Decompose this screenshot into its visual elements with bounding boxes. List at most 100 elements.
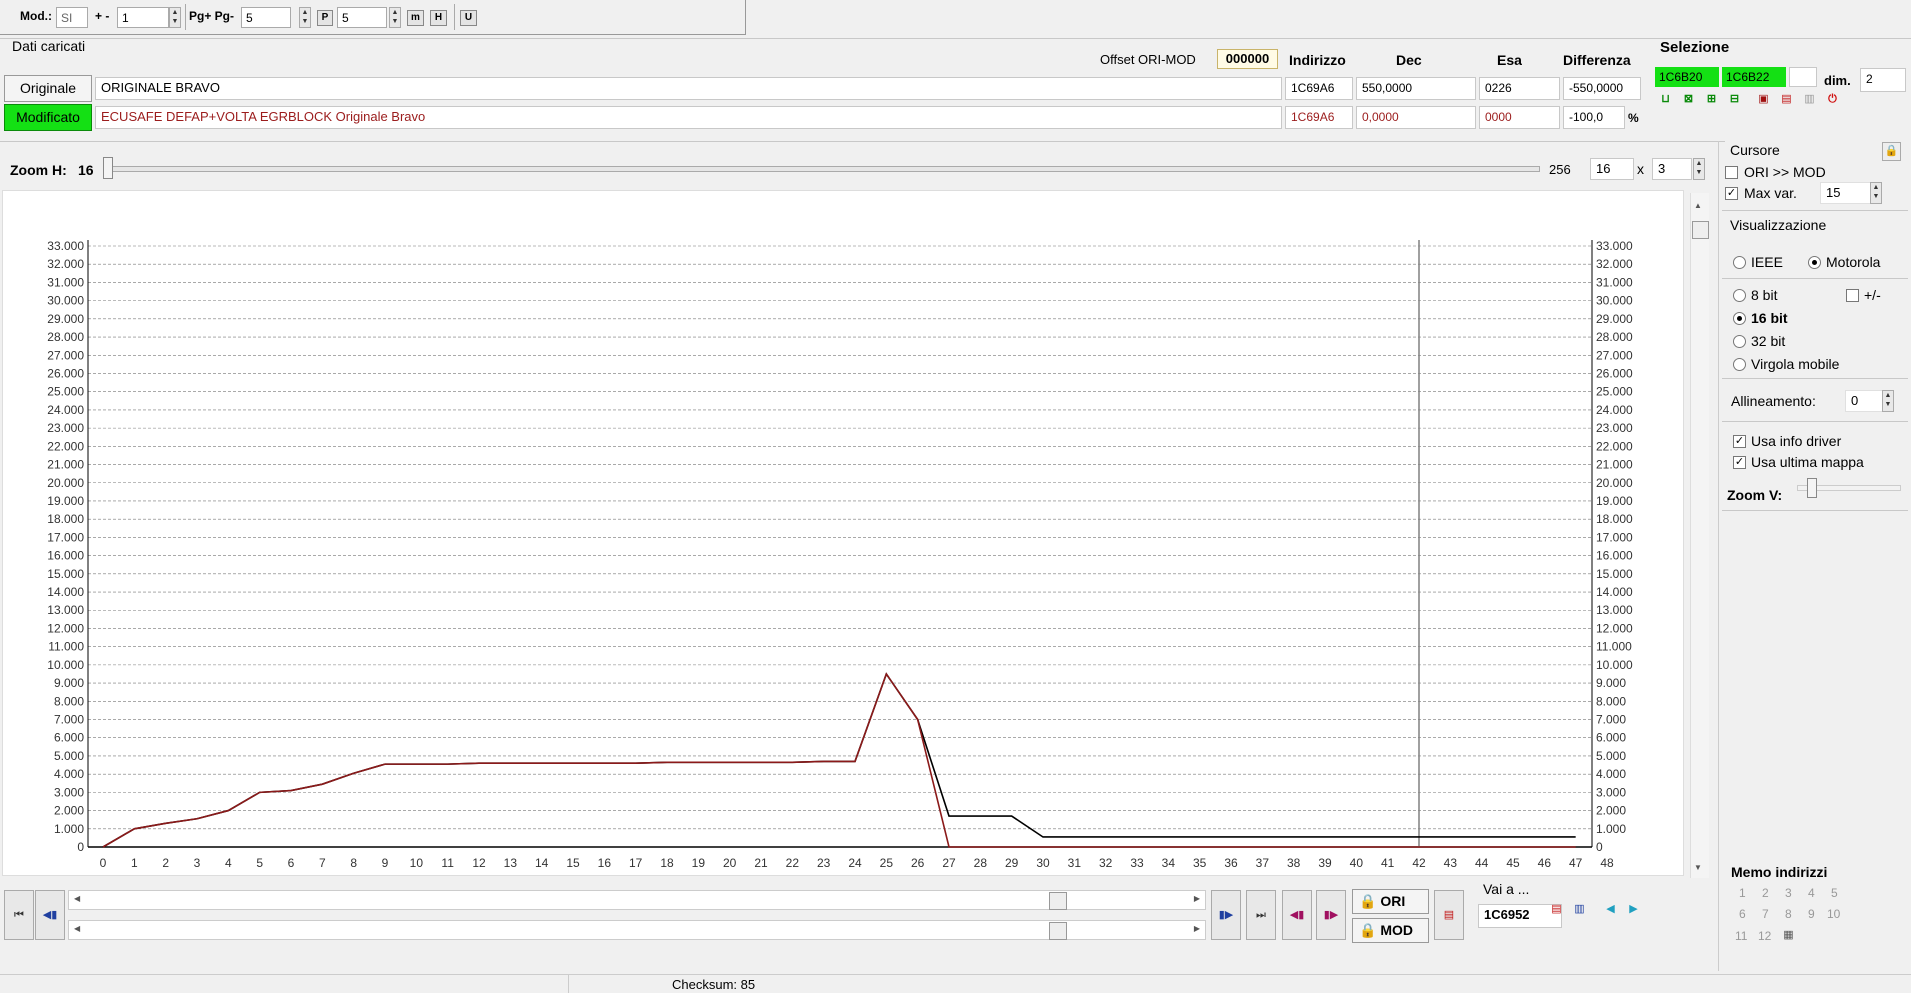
modified-hex-field[interactable]: 0000 <box>1479 106 1560 129</box>
align-spinner[interactable]: ▲ ▼ <box>1882 390 1894 412</box>
scroll-right-icon[interactable]: ▶ <box>1194 924 1200 933</box>
goto-mod-icon[interactable]: ▥ <box>1571 901 1588 918</box>
maxvar-checkbox[interactable]: ✓ <box>1725 187 1738 200</box>
scroll-right-icon[interactable]: ▶ <box>1194 894 1200 903</box>
scroll-down-icon[interactable]: ▼ <box>1694 863 1702 872</box>
mod-scrollbar[interactable]: ◀ ▶ <box>68 920 1206 940</box>
prev-page-button[interactable]: ◀▮ <box>35 890 65 940</box>
compare-button[interactable]: ▤ <box>1434 890 1464 940</box>
align-field[interactable]: 0 <box>1845 390 1883 412</box>
ori-scrollbar[interactable]: ◀ ▶ <box>68 890 1206 910</box>
scroll-up-icon[interactable]: ▲ <box>1694 201 1702 210</box>
8bit-radio[interactable] <box>1733 289 1746 302</box>
original-name-field[interactable]: ORIGINALE BRAVO <box>95 77 1282 100</box>
m-button[interactable]: m <box>407 10 424 26</box>
u-button[interactable]: U <box>460 10 477 26</box>
maxvar-field[interactable]: 15 <box>1820 182 1875 204</box>
ori-mod-checkbox[interactable] <box>1725 166 1738 179</box>
copy-selection-icon[interactable]: ▣ <box>1755 91 1772 108</box>
use-driver-checkbox[interactable]: ✓ <box>1733 435 1746 448</box>
zoom-rows-spinner[interactable]: ▲ ▼ <box>1693 158 1705 180</box>
scroll-thumb[interactable] <box>1692 221 1709 239</box>
original-dec-field[interactable]: 550,0000 <box>1356 77 1476 100</box>
zoom-v-thumb[interactable] <box>1807 478 1817 498</box>
y-tick-label-left: 15.000 <box>47 567 84 581</box>
lock-icon[interactable]: 🔒 <box>1882 142 1901 161</box>
p-button[interactable]: P <box>317 10 333 26</box>
modified-name-field[interactable]: ECUSAFE DEFAP+VOLTA EGRBLOCK Originale B… <box>95 106 1282 129</box>
ori-scroll-thumb[interactable] <box>1049 892 1067 910</box>
clear-selection-icon[interactable]: ▥ <box>1801 91 1818 108</box>
first-page-button[interactable]: ⏮ <box>4 890 34 940</box>
memo-slot[interactable]: 1 <box>1739 886 1746 900</box>
goto-next-icon[interactable]: ▶ <box>1625 901 1642 918</box>
step-spinner[interactable]: ▲ ▼ <box>169 7 181 28</box>
p-spinner[interactable]: ▲ ▼ <box>389 7 401 28</box>
next-page-button[interactable]: ▮▶ <box>1211 890 1241 940</box>
float-radio[interactable] <box>1733 358 1746 371</box>
select-end-icon[interactable]: ⊟ <box>1726 91 1743 108</box>
16bit-radio[interactable] <box>1733 312 1746 325</box>
zoom-rows-field[interactable]: 3 <box>1652 158 1692 180</box>
use-last-map-checkbox[interactable]: ✓ <box>1733 456 1746 469</box>
memo-slot[interactable]: 2 <box>1762 886 1769 900</box>
mod-scroll-thumb[interactable] <box>1049 922 1067 940</box>
goto-ori-icon[interactable]: ▤ <box>1548 901 1565 918</box>
mod-button[interactable]: 🔒 MOD <box>1352 918 1429 943</box>
original-address-field[interactable]: 1C69A6 <box>1285 77 1353 100</box>
ieee-radio[interactable] <box>1733 256 1746 269</box>
32bit-radio[interactable] <box>1733 335 1746 348</box>
memo-slot[interactable]: 8 <box>1785 907 1792 921</box>
p-field[interactable]: 5 <box>337 7 387 28</box>
scroll-left-icon[interactable]: ◀ <box>74 924 80 933</box>
modified-button[interactable]: Modificato <box>4 104 92 131</box>
memo-slot[interactable]: 5 <box>1831 886 1838 900</box>
maxvar-spinner[interactable]: ▲ ▼ <box>1870 182 1882 204</box>
last-page-button[interactable]: ⏭ <box>1246 890 1276 940</box>
motorola-radio[interactable] <box>1808 256 1821 269</box>
zoom-h-thumb[interactable] <box>103 157 113 179</box>
prev-diff-button[interactable]: ◀▮ <box>1282 890 1312 940</box>
offset-field[interactable]: 000000 <box>1217 49 1278 69</box>
modified-dec-field[interactable]: 0,0000 <box>1356 106 1476 129</box>
chart-scrollbar[interactable]: ▲ ▼ <box>1690 193 1709 878</box>
power-icon[interactable]: ⏻ <box>1824 91 1841 108</box>
ori-button[interactable]: 🔒 ORI <box>1352 889 1429 914</box>
h-button[interactable]: H <box>430 10 447 26</box>
dim-field[interactable]: 2 <box>1860 68 1906 92</box>
selection-end-field[interactable]: 1C6B22 <box>1722 67 1786 87</box>
mod-field[interactable]: SI <box>56 7 88 28</box>
next-diff-button[interactable]: ▮▶ <box>1316 890 1346 940</box>
memo-slot[interactable]: 7 <box>1762 907 1769 921</box>
sign-checkbox[interactable] <box>1846 289 1859 302</box>
paste-selection-icon[interactable]: ▤ <box>1778 91 1795 108</box>
step-field[interactable]: 1 <box>117 7 169 28</box>
memo-slot[interactable]: 4 <box>1808 886 1815 900</box>
y-tick-label-right: 6.000 <box>1596 731 1626 745</box>
selection-start-field[interactable]: 1C6B20 <box>1655 67 1719 87</box>
original-diff-field[interactable]: -550,0000 <box>1563 77 1641 100</box>
original-button[interactable]: Originale <box>4 75 92 102</box>
select-left-icon[interactable]: ⊠ <box>1680 91 1697 108</box>
memo-slot[interactable]: 6 <box>1739 907 1746 921</box>
selection-extra-field[interactable] <box>1789 67 1817 87</box>
map-chart[interactable]: 0 0 1.000 1.000 2.000 2.000 3.000 3.000 4.000 4.0… <box>2 190 1682 874</box>
scroll-left-icon[interactable]: ◀ <box>74 894 80 903</box>
original-hex-field[interactable]: 0226 <box>1479 77 1560 100</box>
memo-slot[interactable]: 3 <box>1785 886 1792 900</box>
page-step-spinner[interactable]: ▲ ▼ <box>299 7 311 28</box>
page-step-field[interactable]: 5 <box>241 7 291 28</box>
memo-slot[interactable]: 11 <box>1735 929 1747 943</box>
select-start-icon[interactable]: ⊔ <box>1657 91 1674 108</box>
memo-slot[interactable]: 12 <box>1758 929 1771 943</box>
memo-slot[interactable]: 9 <box>1808 907 1815 921</box>
memo-slot[interactable]: 10 <box>1827 907 1840 921</box>
modified-address-field[interactable]: 1C69A6 <box>1285 106 1353 129</box>
zoom-h-slider[interactable] <box>103 166 1540 172</box>
zoom-cols-field[interactable]: 16 <box>1590 158 1634 180</box>
memo-save-icon[interactable]: ▦ <box>1780 927 1797 944</box>
select-right-icon[interactable]: ⊞ <box>1703 91 1720 108</box>
modified-diff-field[interactable]: -100,0 <box>1563 106 1625 129</box>
dec-header: Dec <box>1396 52 1422 68</box>
goto-prev-icon[interactable]: ◀ <box>1602 901 1619 918</box>
